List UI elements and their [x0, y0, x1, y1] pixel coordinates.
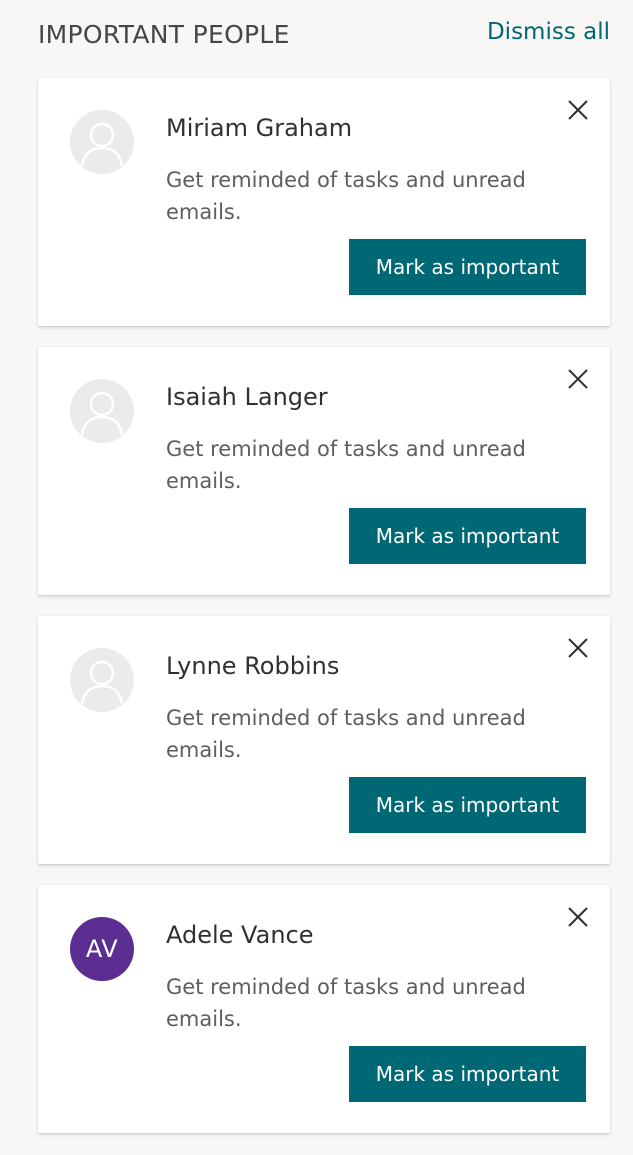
- mark-as-important-button[interactable]: Mark as important: [349, 777, 586, 833]
- person-name: Lynne Robbins: [166, 652, 340, 680]
- close-icon[interactable]: [566, 905, 590, 929]
- panel-header: IMPORTANT PEOPLE Dismiss all: [0, 0, 633, 70]
- avatar: [70, 379, 134, 443]
- avatar: [70, 648, 134, 712]
- avatar: [70, 110, 134, 174]
- mark-as-important-button[interactable]: Mark as important: [349, 239, 586, 295]
- dismiss-all-link[interactable]: Dismiss all: [487, 19, 610, 45]
- mark-as-important-button[interactable]: Mark as important: [349, 508, 586, 564]
- close-icon[interactable]: [566, 367, 590, 391]
- card-description: Get reminded of tasks and unread emails.: [166, 706, 526, 762]
- person-name: Adele Vance: [166, 921, 314, 949]
- person-card: Miriam Graham Get reminded of tasks and …: [38, 78, 610, 326]
- person-name: Isaiah Langer: [166, 383, 328, 411]
- card-description: Get reminded of tasks and unread emails.: [166, 437, 526, 493]
- close-icon[interactable]: [566, 636, 590, 660]
- person-placeholder-icon: [80, 391, 124, 436]
- close-icon[interactable]: [566, 98, 590, 122]
- person-card: Lynne Robbins Get reminded of tasks and …: [38, 616, 610, 864]
- panel-title: IMPORTANT PEOPLE: [38, 20, 290, 49]
- person-placeholder-icon: [80, 122, 124, 167]
- mark-as-important-button[interactable]: Mark as important: [349, 1046, 586, 1102]
- avatar-initials: AV: [70, 917, 134, 981]
- card-description: Get reminded of tasks and unread emails.: [166, 168, 526, 224]
- person-name: Miriam Graham: [166, 114, 353, 142]
- card-description: Get reminded of tasks and unread emails.: [166, 975, 526, 1031]
- person-card: AV Adele Vance Get reminded of tasks and…: [38, 885, 610, 1133]
- person-placeholder-icon: [80, 660, 124, 705]
- person-card: Isaiah Langer Get reminded of tasks and …: [38, 347, 610, 595]
